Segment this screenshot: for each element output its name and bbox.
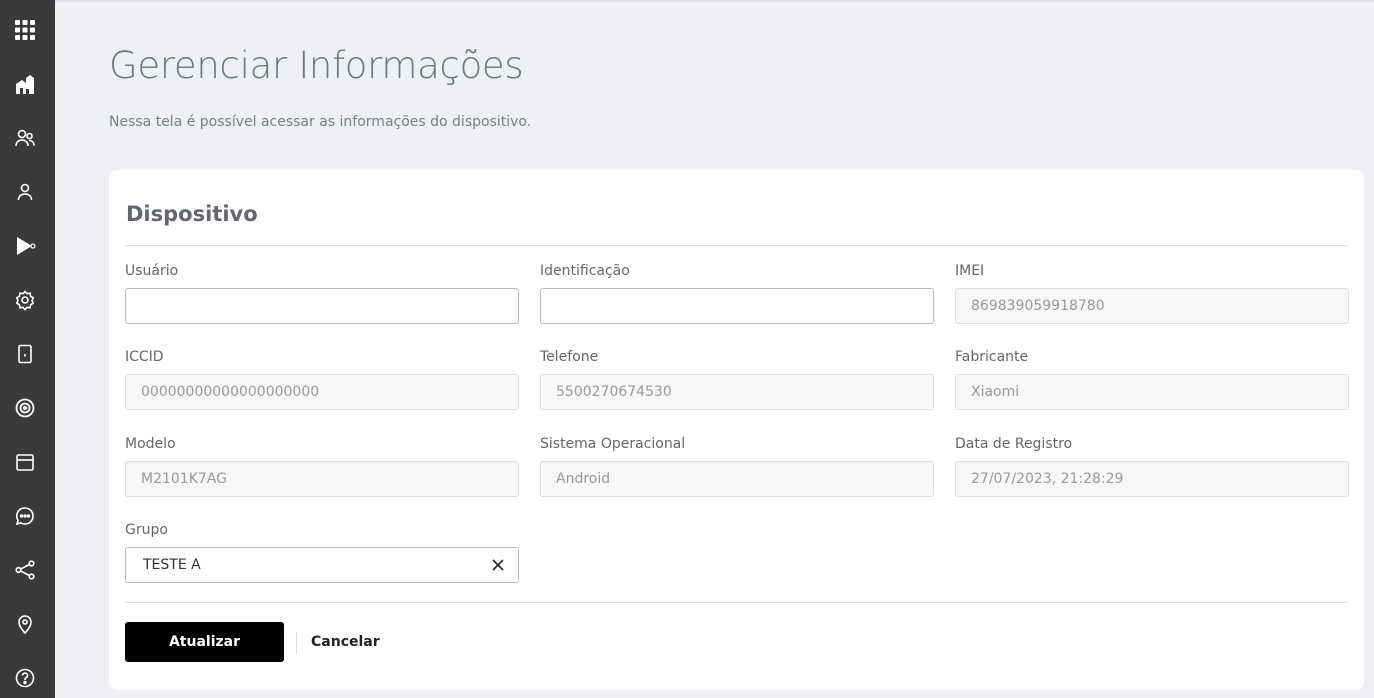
location-pin-icon[interactable] <box>11 610 39 638</box>
divider <box>125 245 1348 246</box>
page-subtitle: Nessa tela é possível acessar as informa… <box>109 114 532 130</box>
iccid-input <box>125 374 519 410</box>
usuario-field: Usuário <box>125 261 519 324</box>
device-icon[interactable] <box>11 340 39 368</box>
update-button[interactable]: Atualizar <box>125 622 284 662</box>
chat-bubble-icon[interactable] <box>11 502 39 530</box>
grupo-select[interactable]: TESTE A <box>125 547 519 583</box>
sidebar <box>0 0 55 698</box>
apps-grid-icon[interactable] <box>11 16 39 44</box>
home-buildings-icon[interactable] <box>11 70 39 98</box>
radar-icon[interactable] <box>11 394 39 422</box>
telefone-input <box>540 374 934 410</box>
card-title: Dispositivo <box>126 202 258 226</box>
telefone-field: Telefone <box>540 347 934 410</box>
telefone-label: Telefone <box>540 349 599 365</box>
registro-field: Data de Registro <box>955 434 1349 497</box>
grupo-select-value: TESTE A <box>143 557 201 573</box>
grupo-label: Grupo <box>125 522 168 538</box>
users-group-icon[interactable] <box>11 124 39 152</box>
play-send-icon[interactable] <box>11 232 39 260</box>
grupo-field: Grupo TESTE A <box>125 520 519 583</box>
fabricante-label: Fabricante <box>955 349 1029 365</box>
sistema-input <box>540 461 934 497</box>
imei-input <box>955 288 1349 324</box>
modelo-label: Modelo <box>125 436 176 452</box>
help-icon[interactable] <box>11 664 39 692</box>
iccid-label: ICCID <box>125 349 164 365</box>
fabricante-input <box>955 374 1349 410</box>
identificacao-field: Identificação <box>540 261 934 324</box>
usuario-input[interactable] <box>125 288 519 324</box>
divider <box>125 602 1348 603</box>
identificacao-label: Identificação <box>540 263 630 279</box>
sistema-field: Sistema Operacional <box>540 434 934 497</box>
fabricante-field: Fabricante <box>955 347 1349 410</box>
identificacao-input[interactable] <box>540 288 934 324</box>
registro-input <box>955 461 1349 497</box>
modelo-input <box>125 461 519 497</box>
close-icon[interactable] <box>490 557 506 573</box>
settings-gear-icon[interactable] <box>11 286 39 314</box>
main-content: Gerenciar Informações Nessa tela é possí… <box>55 2 1374 698</box>
calendar-window-icon[interactable] <box>11 448 39 476</box>
imei-label: IMEI <box>955 263 985 279</box>
device-card: Dispositivo Usuário Identificação IMEI I… <box>109 170 1364 690</box>
modelo-field: Modelo <box>125 434 519 497</box>
sistema-label: Sistema Operacional <box>540 436 686 452</box>
user-icon[interactable] <box>11 178 39 206</box>
page-title: Gerenciar Informações <box>109 44 524 87</box>
usuario-label: Usuário <box>125 263 179 279</box>
cancel-button[interactable]: Cancelar <box>311 622 380 662</box>
share-icon[interactable] <box>11 556 39 584</box>
iccid-field: ICCID <box>125 347 519 410</box>
registro-label: Data de Registro <box>955 436 1073 452</box>
imei-field: IMEI <box>955 261 1349 324</box>
button-separator <box>296 632 297 654</box>
